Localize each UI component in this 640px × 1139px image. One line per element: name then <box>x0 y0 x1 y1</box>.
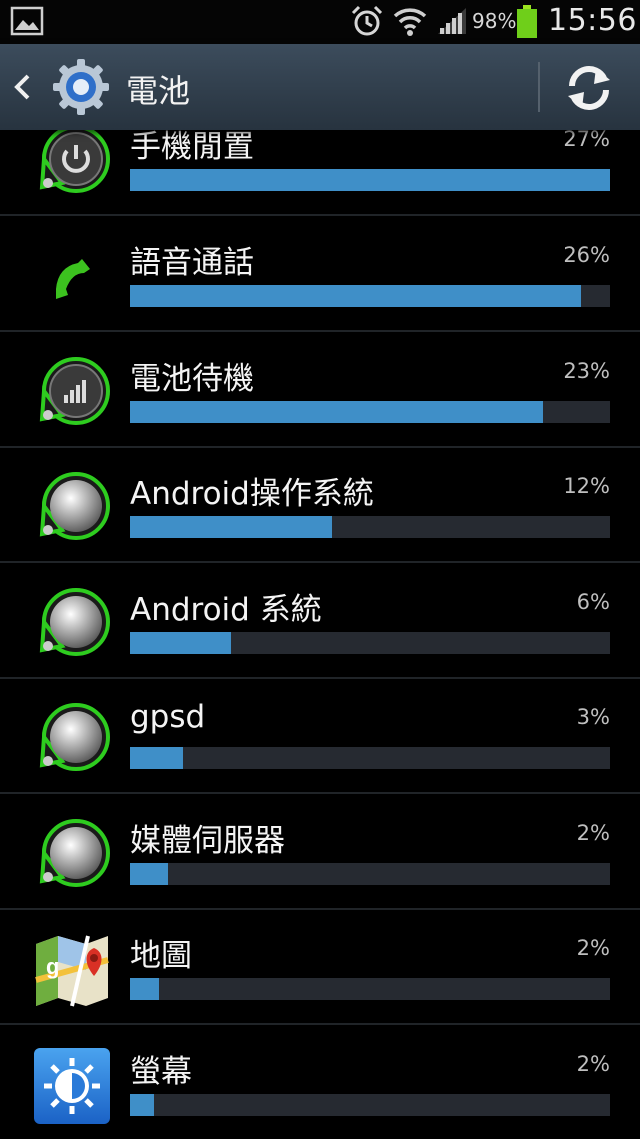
action-bar: 電池 <box>0 44 640 130</box>
back-icon[interactable] <box>12 72 34 102</box>
item-name: 地圖 <box>130 938 192 974</box>
usage-bar-fill <box>130 401 543 423</box>
usage-bar-fill <box>130 978 159 1000</box>
list-item-voice-call[interactable]: 語音通話 26% <box>0 215 640 332</box>
item-name: Android操作系統 <box>130 476 374 512</box>
usage-bar-fill <box>130 285 582 307</box>
item-percent: 2% <box>576 821 610 845</box>
signal-bars-icon <box>39 357 110 425</box>
usage-bar-fill <box>130 169 610 191</box>
page-title: 電池 <box>126 72 191 110</box>
usage-bar <box>130 632 610 654</box>
power-icon <box>39 125 110 193</box>
svg-text:g: g <box>46 954 59 979</box>
list-item-android-system[interactable]: Android 系統 6% <box>0 562 640 679</box>
refresh-icon[interactable] <box>562 64 616 112</box>
usage-bar <box>130 1094 610 1116</box>
wifi-icon <box>393 8 427 36</box>
item-percent: 2% <box>576 1052 610 1076</box>
usage-bar-fill <box>130 632 231 654</box>
usage-bar-fill <box>130 863 169 885</box>
list-item-android-os[interactable]: Android操作系統 12% <box>0 446 640 563</box>
item-name: 螢幕 <box>130 1054 192 1090</box>
divider <box>538 62 540 112</box>
usage-bar-fill <box>130 1094 154 1116</box>
usage-bar <box>130 285 610 307</box>
battery-percent: 98% <box>472 9 517 33</box>
status-bar: 98% 15:56 <box>0 0 640 44</box>
item-percent: 3% <box>576 705 610 729</box>
clock: 15:56 <box>548 3 637 38</box>
item-name: 語音通話 <box>130 245 254 281</box>
usage-bar-fill <box>130 516 332 538</box>
item-percent: 26% <box>563 243 610 267</box>
item-percent: 23% <box>563 359 610 383</box>
usage-bar <box>130 978 610 1000</box>
alarm-icon <box>351 5 383 36</box>
list-item-gpsd[interactable]: gpsd 3% <box>0 677 640 794</box>
usage-bar <box>130 516 610 538</box>
item-name: 媒體伺服器 <box>130 823 285 859</box>
maps-icon: g <box>35 935 109 1007</box>
item-percent: 27% <box>563 127 610 151</box>
android-system-icon <box>39 819 110 887</box>
display-settings-icon <box>34 1048 110 1124</box>
item-name: 電池待機 <box>130 361 254 397</box>
usage-bar <box>130 863 610 885</box>
item-percent: 12% <box>563 474 610 498</box>
usage-bar <box>130 169 610 191</box>
battery-icon <box>517 5 537 38</box>
list-item-screen[interactable]: 螢幕 2% <box>0 1024 640 1139</box>
gallery-icon <box>10 6 44 36</box>
list-item-media-server[interactable]: 媒體伺服器 2% <box>0 793 640 910</box>
list-item-battery-standby[interactable]: 電池待機 23% <box>0 331 640 448</box>
android-system-icon <box>39 472 110 540</box>
usage-bar-fill <box>130 747 183 769</box>
item-name: Android 系統 <box>130 592 322 628</box>
android-system-icon <box>39 703 110 771</box>
settings-gear-icon[interactable] <box>52 58 110 116</box>
android-system-icon <box>39 588 110 656</box>
item-percent: 6% <box>576 590 610 614</box>
usage-bar <box>130 401 610 423</box>
signal-icon <box>438 8 466 34</box>
usage-bar <box>130 747 610 769</box>
list-item-maps[interactable]: g 地圖 2% <box>0 908 640 1025</box>
item-name: gpsd <box>130 699 206 735</box>
phone-call-icon <box>56 259 90 299</box>
item-percent: 2% <box>576 936 610 960</box>
